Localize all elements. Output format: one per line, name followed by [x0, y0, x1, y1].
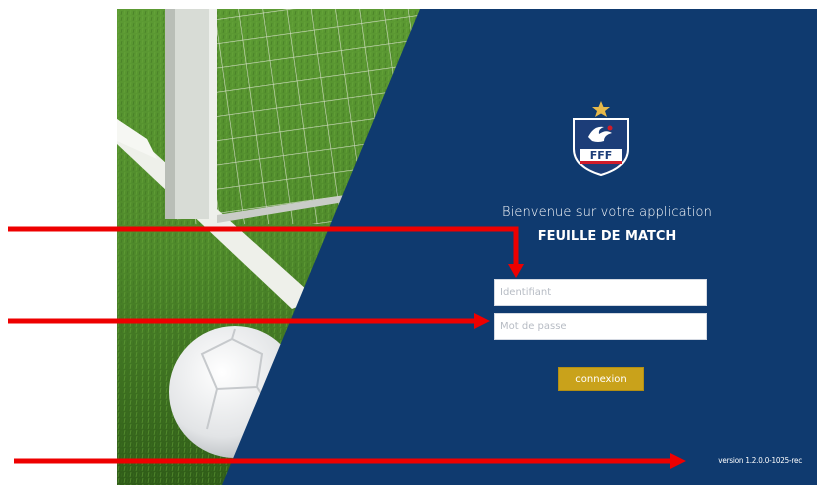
login-button[interactable]: connexion [558, 367, 644, 391]
app-name: FEUILLE DE MATCH [537, 229, 677, 244]
version-label: version 1.2.0.0-1025-rec [718, 456, 802, 465]
logo-letters: FFF [590, 149, 613, 162]
username-input[interactable] [494, 279, 707, 306]
blue-diagonal-panel [222, 9, 817, 485]
welcome-text: Bienvenue sur votre application [502, 205, 712, 220]
login-screen: FFF Bienvenue sur votre application FEUI… [117, 9, 817, 485]
fff-logo: FFF [573, 101, 629, 177]
annotated-screenshot: FFF Bienvenue sur votre application FEUI… [0, 0, 829, 486]
password-input[interactable] [494, 313, 707, 340]
